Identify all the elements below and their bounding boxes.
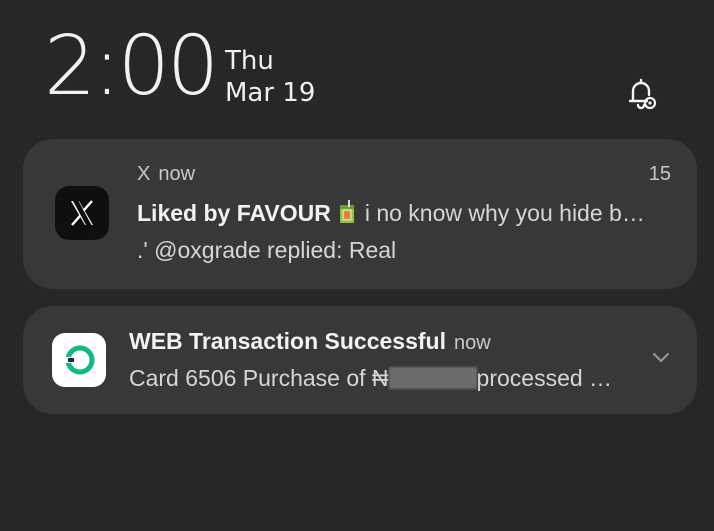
notification-title-text: WEB Transaction Successful	[129, 328, 446, 354]
notification-body: Card 6506 Purchase of ₦ processed …	[129, 365, 629, 392]
juice-box-icon	[337, 200, 357, 230]
notification-time: now	[158, 163, 196, 185]
notification-settings-bell-icon[interactable]	[622, 74, 662, 114]
expand-chevron-down-icon[interactable]	[651, 350, 671, 364]
weekday: Thu	[225, 46, 274, 76]
notification-meta: Xnow	[137, 163, 195, 186]
date: Mar 19	[225, 78, 316, 108]
notification-title-rest: i no know why you hide b…	[364, 200, 645, 226]
notification-time: now	[453, 332, 491, 354]
redacted-amount	[388, 367, 477, 389]
notification-title-bold: Liked by FAVOUR	[137, 200, 331, 226]
date-block: Thu Mar 19	[225, 45, 315, 109]
notification-body-start: Card 6506 Purchase of ₦	[129, 365, 389, 391]
bank-logo-icon	[52, 333, 106, 387]
notification-card-x[interactable]: Xnow 15 Liked by FAVOUR i no know why you…	[23, 139, 697, 289]
notification-count: 15	[648, 163, 671, 185]
notification-body-end: processed …	[476, 365, 613, 391]
app-name: X	[137, 163, 151, 185]
notification-title: Liked by FAVOUR i no know why you hide b…	[137, 200, 669, 230]
x-logo-icon	[55, 186, 109, 240]
notification-title: WEB Transaction Successful now	[129, 328, 491, 355]
clock-time: 2:00	[44, 19, 219, 114]
notification-body: .' @oxgrade replied: Real	[137, 237, 397, 263]
notification-card-bank[interactable]: WEB Transaction Successful now Card 6506 …	[23, 306, 697, 414]
lock-screen: 2:00 Thu Mar 19 Xnow 15 Liked by FAVOUR i…	[0, 0, 714, 531]
